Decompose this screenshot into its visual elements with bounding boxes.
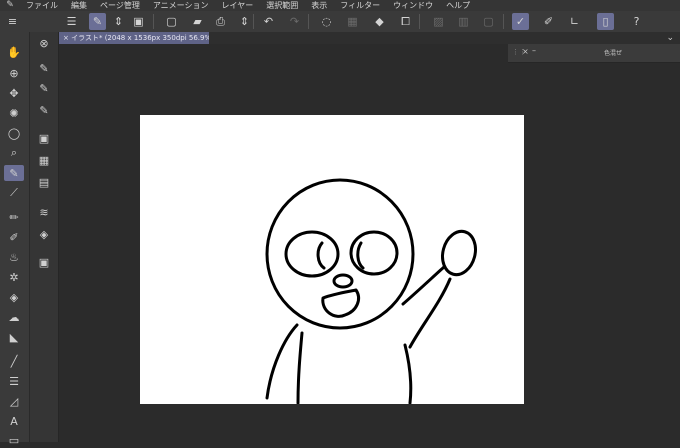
pencil-icon[interactable]: ✏ (4, 209, 24, 225)
menu-selection[interactable]: 選択範囲 (260, 0, 305, 11)
menu-edit[interactable]: 編集 (65, 0, 94, 11)
line-icon[interactable]: ╱ (4, 353, 24, 369)
layer-icon[interactable]: ▢ (480, 13, 497, 30)
menu-view[interactable]: 表示 (305, 0, 334, 11)
pen-variant-icon[interactable]: ✎ (34, 80, 54, 96)
clear-icon[interactable]: ▦ (344, 13, 361, 30)
command-bar: ≡ ☰ ✎ ⇕ ▣ ▢ ▰ ⎙ ⇕ ↶ ↷ ◌ ▦ ◆ ⧠ ▨ ▥ ▢ ✓ ✐ … (0, 11, 680, 33)
auto-select-icon[interactable]: ✺ (4, 105, 24, 121)
menu-bar: ✎ ファイル 編集 ページ管理 アニメーション レイヤー 選択範囲 表示 フィル… (0, 0, 680, 11)
layers-stack-icon[interactable]: ◈ (34, 226, 54, 242)
menu-layer[interactable]: レイヤー (216, 0, 261, 11)
grid-icon[interactable]: ▦ (34, 152, 54, 168)
hide-selection-icon[interactable]: ▨ (430, 13, 447, 30)
right-pupil (356, 241, 365, 270)
tool-palette: ✋ ⊕ ✥ ✺ ◯ ⌕ ✎ ⟋ ✏ ✐ ♨ ✲ ◈ ☁ ◣ ╱ ☰ ◿ A ▭ (0, 32, 30, 447)
document-tab[interactable]: × イラスト* (2048 x 1536px 350dpi 56.9%) (59, 32, 209, 44)
redo-icon[interactable]: ↷ (286, 13, 303, 30)
frame-icon[interactable]: ▤ (34, 174, 54, 190)
body-leg-left (296, 331, 304, 405)
blend-icon[interactable]: ☁ (4, 309, 24, 325)
menu-page[interactable]: ページ管理 (94, 0, 147, 11)
left-eye (284, 230, 340, 278)
document-tab-title: イラスト* (2048 x 1536px 350dpi 56.9%) (71, 34, 209, 42)
menu-filter[interactable]: フィルター (334, 0, 387, 11)
transform-icon[interactable]: ⧠ (397, 13, 414, 30)
mask-icon[interactable]: ▥ (455, 13, 472, 30)
target-icon[interactable]: ⊗ (34, 35, 54, 51)
hamburger-icon[interactable]: ☰ (63, 13, 80, 30)
app-logo-icon[interactable]: ✎ (0, 0, 20, 11)
undo-icon[interactable]: ↶ (260, 13, 277, 30)
sub-tool-palette: ⊗ ✎ ✎ ✎ ▣ ▦ ▤ ≋ ◈ ▣ (30, 32, 59, 442)
drawing-canvas[interactable] (140, 115, 524, 405)
text-icon[interactable]: A (4, 413, 24, 429)
image-icon[interactable]: ▣ (34, 254, 54, 270)
tablet-icon[interactable]: ▯ (597, 13, 614, 30)
save-icon[interactable]: ⎙ (212, 13, 229, 30)
airbrush-icon[interactable]: ♨ (4, 249, 24, 265)
updown-icon[interactable]: ⇕ (236, 13, 253, 30)
menu-help[interactable]: ヘルプ (440, 0, 477, 11)
brush-tool-icon[interactable]: ✐ (4, 229, 24, 245)
brush-icon[interactable]: ✐ (540, 13, 557, 30)
arm-upper (401, 265, 446, 306)
close-icon[interactable]: × (63, 34, 69, 42)
open-folder-icon[interactable]: ▰ (189, 13, 206, 30)
body-left (265, 323, 299, 400)
ruler-icon[interactable]: ◿ (4, 393, 24, 409)
pen-settings-icon[interactable]: ✎ (89, 13, 106, 30)
character-drawing (265, 178, 477, 405)
layer-copy-icon[interactable]: ▣ (34, 130, 54, 146)
color-mixing-panel: ⋮⋮ × – 色混ぜ (508, 44, 680, 63)
help-icon[interactable]: ? (628, 13, 645, 30)
head-outline (265, 178, 415, 330)
lasso-icon[interactable]: ◯ (4, 125, 24, 141)
body-right (403, 343, 413, 405)
arm-lower (408, 277, 452, 349)
document-tabbar: × イラスト* (2048 x 1536px 350dpi 56.9%) ⌄ (59, 32, 680, 44)
decoration-icon[interactable]: ✲ (4, 269, 24, 285)
pen-sub-icon[interactable]: ✎ (34, 60, 54, 76)
canvas-workspace[interactable] (59, 44, 680, 442)
menu-window[interactable]: ウィンドウ (387, 0, 440, 11)
eraser-icon[interactable]: ◈ (4, 289, 24, 305)
menu-animation[interactable]: アニメーション (147, 0, 216, 11)
fill-bucket-icon[interactable]: ◣ (4, 329, 24, 345)
stroke-smooth-icon[interactable]: ✓ (512, 13, 529, 30)
search-icon[interactable]: ⌕ (4, 145, 24, 161)
ruler-pen-icon[interactable]: ∟ (566, 13, 583, 30)
speech-icon[interactable]: ▭ (4, 432, 24, 448)
eyedropper-icon[interactable]: ⟋ (4, 185, 24, 201)
lasso-select-icon[interactable]: ◌ (318, 13, 335, 30)
left-pupil (316, 241, 326, 270)
menu-file[interactable]: ファイル (20, 0, 65, 11)
stack-icon[interactable]: ☰ (4, 373, 24, 389)
updown-icon[interactable]: ⇕ (110, 13, 127, 30)
panel-menu-icon[interactable]: ≡ (4, 13, 21, 30)
panel-title: 色混ぜ (604, 50, 623, 57)
nose (332, 273, 354, 289)
hand (441, 229, 477, 277)
screen-icon[interactable]: ▣ (130, 13, 147, 30)
chevron-down-icon[interactable]: ⌄ (666, 32, 674, 44)
move-icon[interactable]: ✥ (4, 85, 24, 101)
pen-fill-icon[interactable]: ✎ (34, 102, 54, 118)
hand-icon[interactable]: ✋ (4, 44, 24, 60)
minimize-icon[interactable]: – (532, 46, 536, 55)
close-icon[interactable]: × (522, 47, 529, 56)
fill-icon[interactable]: ◆ (371, 13, 388, 30)
mouth (321, 288, 360, 318)
layers-icon[interactable]: ≋ (34, 204, 54, 220)
new-file-icon[interactable]: ▢ (163, 13, 180, 30)
zoom-icon[interactable]: ⊕ (4, 65, 24, 81)
pen-icon[interactable]: ✎ (4, 165, 24, 181)
